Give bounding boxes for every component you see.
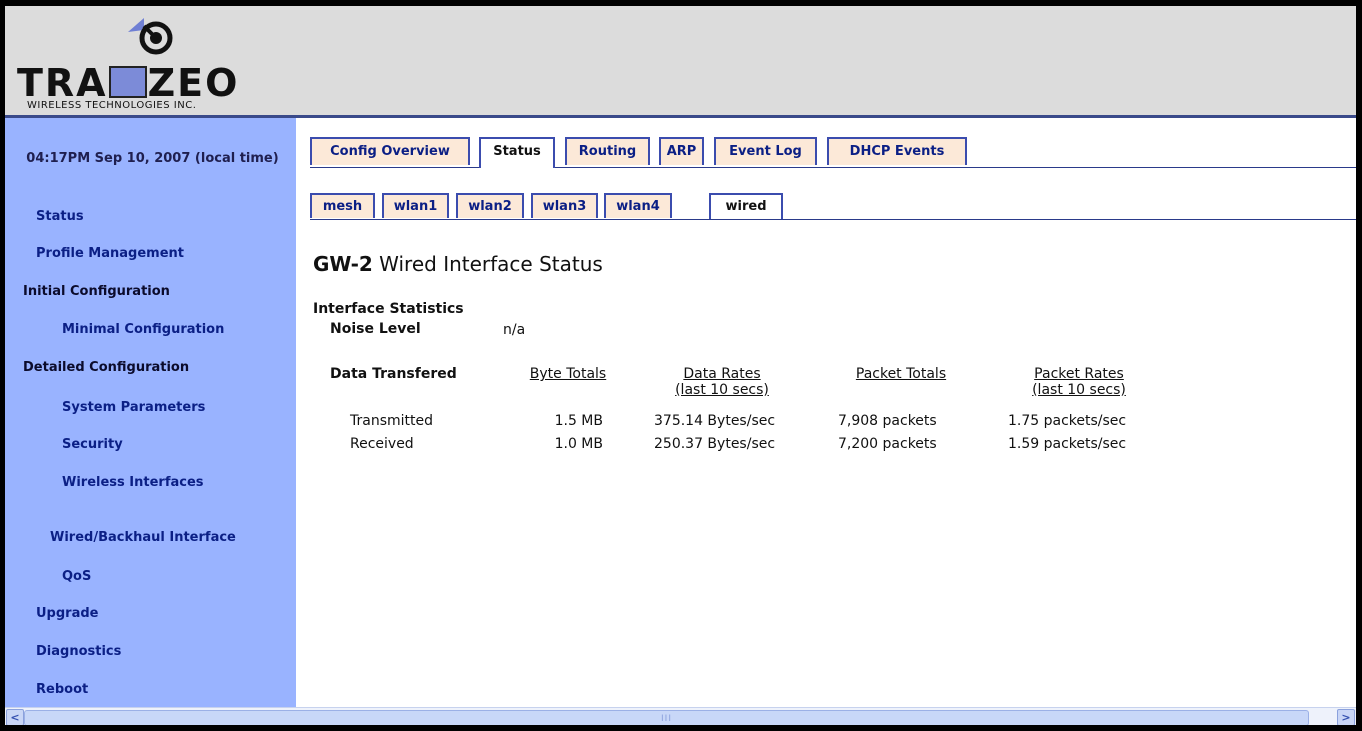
- interface-subtabs: mesh wlan1 wlan2 wlan3 wlan4 wired: [310, 193, 1356, 220]
- subtab-wlan2[interactable]: wlan2: [456, 193, 524, 218]
- cell-transmitted-packets: 7,908 packets: [838, 413, 937, 429]
- cell-received-packets: 7,200 packets: [838, 436, 937, 452]
- logo-n-block: [108, 66, 147, 98]
- sidebar-item-upgrade[interactable]: Upgrade: [36, 606, 98, 621]
- noise-level-value: n/a: [503, 322, 526, 338]
- sidebar-item-profile-management[interactable]: Profile Management: [36, 246, 184, 261]
- sidebar-heading-initial-configuration: Initial Configuration: [23, 284, 170, 299]
- subtab-wlan4[interactable]: wlan4: [604, 193, 672, 218]
- cell-transmitted-packet-rate: 1.75 packets/sec: [1008, 413, 1127, 429]
- sidebar-item-system-parameters[interactable]: System Parameters: [62, 400, 205, 415]
- column-header-byte-totals: Byte Totals: [529, 366, 607, 382]
- scrollbar-thumb[interactable]: III: [24, 710, 1309, 725]
- scroll-left-button[interactable]: <: [6, 709, 24, 725]
- cell-received-bytes: 1.0 MB: [554, 436, 603, 452]
- subtab-mesh[interactable]: mesh: [310, 193, 375, 218]
- logo-subtitle: WIRELESS TECHNOLOGIES INC.: [27, 100, 197, 111]
- sidebar-item-qos[interactable]: QoS: [62, 569, 91, 584]
- column-header-data-rates: Data Rates (last 10 secs): [675, 366, 769, 398]
- scroll-right-button[interactable]: >: [1337, 709, 1355, 725]
- sidebar-item-reboot[interactable]: Reboot: [36, 682, 88, 697]
- noise-level-label: Noise Level: [330, 321, 421, 337]
- tab-status[interactable]: Status: [479, 137, 555, 168]
- column-header-packet-rates: Packet Rates (last 10 secs): [1032, 366, 1126, 398]
- tab-dhcp-events[interactable]: DHCP Events: [827, 137, 967, 165]
- cell-received-data-rate: 250.37 Bytes/sec: [654, 436, 776, 452]
- cell-transmitted-data-rate: 375.14 Bytes/sec: [654, 413, 776, 429]
- page-header: TRA ZEO WIRELESS TECHNOLOGIES INC.: [5, 6, 1356, 118]
- sidebar-item-wireless-interfaces[interactable]: Wireless Interfaces: [62, 475, 204, 490]
- sidebar: 04:17PM Sep 10, 2007 (local time) Status…: [5, 118, 296, 707]
- tab-config-overview[interactable]: Config Overview: [310, 137, 470, 165]
- tranzeo-logo: TRA ZEO WIRELESS TECHNOLOGIES INC.: [17, 12, 297, 112]
- sidebar-heading-detailed-configuration: Detailed Configuration: [23, 360, 190, 375]
- local-time: 04:17PM Sep 10, 2007 (local time): [26, 151, 279, 166]
- cell-transmitted-bytes: 1.5 MB: [554, 413, 603, 429]
- tab-routing[interactable]: Routing: [565, 137, 650, 165]
- page-title: GW-2 Wired Interface Status: [313, 252, 603, 276]
- cell-received-packet-rate: 1.59 packets/sec: [1008, 436, 1127, 452]
- sidebar-item-diagnostics[interactable]: Diagnostics: [36, 644, 121, 659]
- row-label-received: Received: [350, 436, 414, 452]
- subtab-wired[interactable]: wired: [709, 193, 783, 219]
- tab-arp[interactable]: ARP: [659, 137, 704, 165]
- main-content: Config Overview Status Routing ARP Event…: [296, 118, 1356, 707]
- horizontal-scrollbar[interactable]: < III >: [5, 707, 1356, 725]
- sidebar-item-wired-backhaul-interface[interactable]: Wired/Backhaul Interface: [50, 530, 236, 545]
- subtab-wlan1[interactable]: wlan1: [382, 193, 449, 218]
- sidebar-item-status[interactable]: Status: [36, 209, 84, 224]
- browser-frame: TRA ZEO WIRELESS TECHNOLOGIES INC. 04:17P…: [5, 6, 1356, 725]
- row-label-transmitted: Transmitted: [350, 413, 434, 429]
- sidebar-item-minimal-configuration[interactable]: Minimal Configuration: [62, 322, 224, 337]
- scrollbar-grip-icon: III: [661, 714, 672, 724]
- section-heading-interface-statistics: Interface Statistics: [313, 301, 464, 317]
- data-transfered-label: Data Transfered: [330, 366, 457, 382]
- column-header-packet-totals: Packet Totals: [855, 366, 947, 382]
- tab-event-log[interactable]: Event Log: [714, 137, 817, 165]
- logo-wordmark: TRA ZEO: [17, 61, 240, 105]
- sidebar-item-security[interactable]: Security: [62, 437, 123, 452]
- main-tabs: Config Overview Status Routing ARP Event…: [310, 137, 1356, 168]
- antenna-logo-icon: [128, 18, 173, 55]
- subtab-wlan3[interactable]: wlan3: [531, 193, 598, 218]
